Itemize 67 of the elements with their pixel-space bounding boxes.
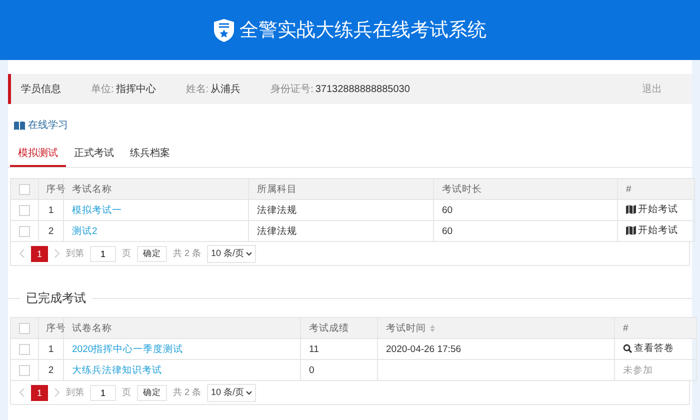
- table-cell: 0: [309, 364, 314, 376]
- column-header: 考试成绩: [309, 322, 349, 334]
- table-cell: 2020-04-26 17:56: [386, 344, 462, 354]
- total-count: 共 2 条: [173, 386, 202, 399]
- total-count: 共 2 条: [173, 247, 202, 260]
- page-button[interactable]: 1: [31, 246, 48, 262]
- shield-icon: [214, 18, 234, 42]
- info-label: 学员信息: [21, 82, 61, 96]
- table-cell: 法律法规: [257, 226, 297, 236]
- sort-icon[interactable]: [430, 324, 435, 332]
- checkbox[interactable]: [19, 344, 30, 354]
- goto-label: 到第: [66, 247, 84, 260]
- page-unit: 页: [122, 247, 132, 260]
- column-header: 序号: [46, 322, 66, 334]
- tab[interactable]: 模拟测试: [10, 140, 66, 167]
- chevron-right-icon[interactable]: [54, 388, 60, 397]
- search-icon: [623, 344, 632, 353]
- confirm-button[interactable]: 确定: [137, 246, 168, 262]
- page-size-select[interactable]: 10 条/页: [207, 384, 256, 402]
- table-cell: 1: [48, 344, 54, 354]
- page-size-select[interactable]: 10 条/页: [207, 244, 256, 262]
- checkbox[interactable]: [19, 204, 30, 216]
- page-input[interactable]: 1: [90, 246, 116, 262]
- table-cell: 1: [48, 204, 54, 216]
- tab[interactable]: 正式考试: [66, 140, 122, 167]
- status-text: 未参加: [623, 364, 653, 376]
- field-value: 从浦兵: [210, 82, 241, 96]
- field-value: 指挥中心: [116, 82, 156, 96]
- chevron-right-icon[interactable]: [54, 249, 60, 258]
- tab[interactable]: 练兵档案: [122, 140, 178, 167]
- column-header: 考试时长: [442, 184, 482, 194]
- checkbox[interactable]: [19, 226, 30, 236]
- confirm-button[interactable]: 确定: [137, 384, 168, 400]
- map-icon: [626, 205, 636, 214]
- caret-icon: [246, 252, 252, 256]
- column-header: 考试时间: [386, 322, 426, 334]
- table-cell: 2: [48, 226, 54, 236]
- field-label: 姓名:: [186, 83, 209, 96]
- map-icon: [626, 226, 636, 235]
- page-unit: 页: [122, 386, 132, 399]
- online-study-link[interactable]: 在线学习: [28, 118, 68, 132]
- column-header: #: [626, 184, 632, 194]
- column-header: 序号: [46, 184, 66, 194]
- checkbox[interactable]: [19, 322, 30, 334]
- field-value: 37132888888885030: [315, 84, 410, 94]
- field-label: 单位:: [91, 82, 114, 96]
- checkbox[interactable]: [19, 184, 30, 194]
- column-header: #: [623, 322, 628, 334]
- chevron-left-icon[interactable]: [19, 388, 25, 397]
- checkbox[interactable]: [19, 364, 30, 376]
- column-header: 试卷名称: [72, 322, 112, 334]
- app-title: 全警实战大练兵在线考试系统: [240, 19, 486, 43]
- section-title: 已完成考试: [25, 290, 87, 307]
- table-cell: 11: [309, 344, 319, 354]
- table-cell: 60: [442, 204, 453, 216]
- goto-label: 到第: [66, 386, 84, 399]
- page-button[interactable]: 1: [31, 384, 48, 400]
- table-cell: 2: [48, 364, 54, 376]
- page-input[interactable]: 1: [90, 384, 116, 400]
- field-label: 身份证号:: [270, 83, 314, 96]
- caret-icon: [246, 390, 252, 394]
- column-header: 所属科目: [257, 184, 297, 194]
- chevron-left-icon[interactable]: [19, 249, 25, 258]
- book-icon: [14, 120, 25, 130]
- table-cell: 60: [442, 226, 453, 236]
- table-cell: 法律法规: [257, 204, 297, 216]
- column-header: 考试名称: [72, 184, 112, 194]
